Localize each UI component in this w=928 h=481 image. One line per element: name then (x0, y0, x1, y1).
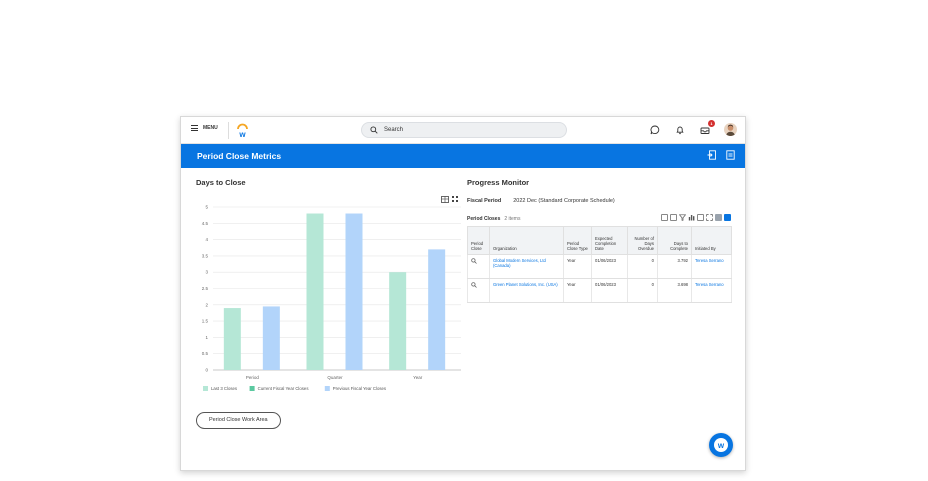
search-placeholder: Search (384, 127, 404, 133)
divider (228, 122, 229, 139)
pdf-export-icon[interactable] (670, 214, 677, 221)
x-tick-label: Period (246, 375, 260, 380)
y-tick-label: 5 (205, 205, 208, 210)
chart-view-icon[interactable] (688, 214, 695, 221)
table-row: Global Modern Services, Ltd (Canada) Yea… (467, 254, 732, 279)
filter-icon[interactable] (679, 214, 686, 221)
days-to-close-panel: Days to Close 0 0.5 1 1.5 2 2.5 3 3.5 4 4.5 5 Perio… (181, 168, 466, 470)
col-header[interactable]: Expected Completion Date (591, 226, 628, 255)
search-icon (370, 126, 378, 134)
bar-last-3-closes (306, 213, 324, 370)
search-input[interactable]: Search (361, 122, 567, 138)
col-header[interactable]: Initiated By (691, 226, 732, 255)
fullscreen-icon[interactable] (706, 214, 713, 221)
row-magnifier-cell[interactable] (467, 254, 490, 279)
bar-previous-fiscal-year (262, 306, 280, 370)
legend-label: Previous Fiscal Year Closes (333, 386, 386, 391)
progress-monitor-title: Progress Monitor (467, 178, 530, 187)
close-type-cell: Year (563, 278, 592, 303)
days-overdue-cell: 0 (627, 254, 658, 279)
period-close-work-area-button[interactable]: Period Close Work Area (196, 412, 281, 429)
bar-previous-fiscal-year (345, 213, 363, 370)
table-row: Green Planet Solutions, Inc. (USA) Year … (467, 278, 732, 303)
fiscal-period-label: Fiscal Period (467, 198, 502, 204)
progress-monitor-panel: Progress Monitor Fiscal Period 2022 Dec … (467, 168, 745, 470)
chat-icon[interactable] (649, 124, 661, 136)
table-header-row: Period Close Organization Period Close T… (467, 226, 732, 255)
magnifier-icon[interactable] (471, 258, 477, 264)
expected-date-cell: 01/06/2023 (591, 278, 628, 303)
page-header: Period Close Metrics (181, 144, 745, 168)
menu-button[interactable]: MENU (191, 125, 218, 131)
days-to-complete-cell: 3.792 (657, 254, 692, 279)
top-bar: MENU w Search 1 (181, 117, 745, 144)
legend-label: Last 3 Closes (211, 386, 237, 391)
print-icon[interactable] (726, 150, 735, 160)
svg-text:w: w (238, 130, 246, 138)
y-tick-label: 1.5 (202, 319, 209, 324)
notification-badge: 1 (708, 119, 715, 127)
workday-assistant-icon: w (714, 438, 728, 452)
app-window: MENU w Search 1 Period Close Metrics Day… (180, 116, 746, 471)
y-tick-label: 4.5 (202, 221, 209, 226)
days-overdue-cell: 0 (627, 278, 658, 303)
x-tick-label: Year (413, 375, 423, 380)
close-type-cell: Year (563, 254, 592, 279)
y-tick-label: 3 (205, 270, 208, 275)
table-count: 2 items (504, 216, 521, 222)
initiated-by-link[interactable]: Teresa Serrano (691, 254, 732, 279)
bell-icon[interactable] (674, 124, 686, 136)
bar-last-3-closes (389, 272, 407, 370)
workday-logo-icon[interactable]: w (236, 123, 249, 138)
y-tick-label: 0.5 (202, 351, 209, 356)
y-tick-label: 1 (205, 335, 208, 340)
avatar[interactable] (724, 123, 737, 136)
y-tick-label: 4 (205, 237, 208, 242)
days-to-complete-cell: 3.698 (657, 278, 692, 303)
initiated-by-link[interactable]: Teresa Serrano (691, 278, 732, 303)
x-tick-label: Quarter (327, 375, 343, 380)
legend-swatch (324, 386, 330, 391)
hamburger-icon (191, 125, 198, 131)
organization-link[interactable]: Global Modern Services, Ltd (Canada) (489, 254, 564, 279)
list-view-icon[interactable] (715, 214, 722, 221)
legend-label: Current Fiscal Year Closes (258, 386, 309, 391)
organization-link[interactable]: Green Planet Solutions, Inc. (USA) (489, 278, 564, 303)
col-header[interactable]: Organization (489, 226, 564, 255)
bar-chart: 0 0.5 1 1.5 2 2.5 3 3.5 4 4.5 5 Period Quarter Year La… (202, 205, 461, 391)
assistant-button[interactable]: w (709, 433, 733, 457)
y-tick-label: 2 (205, 302, 208, 307)
y-tick-label: 0 (205, 368, 208, 373)
col-header[interactable]: Period Close Type (563, 226, 592, 255)
col-header[interactable]: Days to Complete (657, 226, 692, 255)
col-header[interactable]: Number of Days Overdue (627, 226, 658, 255)
period-closes-table: Period Close Organization Period Close T… (467, 226, 732, 303)
bar-last-3-closes (223, 308, 241, 370)
fiscal-period: Fiscal Period 2022 Dec (Standard Corpora… (467, 198, 615, 204)
y-tick-label: 2.5 (202, 286, 209, 291)
table-title: Period Closes (467, 216, 501, 222)
col-header[interactable]: Period Close (467, 226, 490, 255)
grid-view-icon[interactable] (724, 214, 731, 221)
legend-swatch (249, 386, 255, 391)
menu-label: MENU (203, 125, 218, 131)
bar-previous-fiscal-year (428, 249, 446, 370)
chart-section-title: Days to Close (196, 178, 246, 187)
table-header-bar: Period Closes 2 items (467, 214, 731, 222)
expected-date-cell: 01/06/2023 (591, 254, 628, 279)
fiscal-period-value: 2022 Dec (Standard Corporate Schedule) (513, 198, 615, 204)
row-magnifier-cell[interactable] (467, 278, 490, 303)
legend-swatch (203, 386, 208, 391)
inbox-icon[interactable]: 1 (699, 119, 715, 136)
export-icon[interactable] (707, 150, 716, 160)
y-tick-label: 3.5 (202, 253, 209, 258)
column-config-icon[interactable] (697, 214, 704, 221)
magnifier-icon[interactable] (471, 282, 477, 288)
page-title: Period Close Metrics (197, 151, 282, 161)
excel-export-icon[interactable] (661, 214, 668, 221)
